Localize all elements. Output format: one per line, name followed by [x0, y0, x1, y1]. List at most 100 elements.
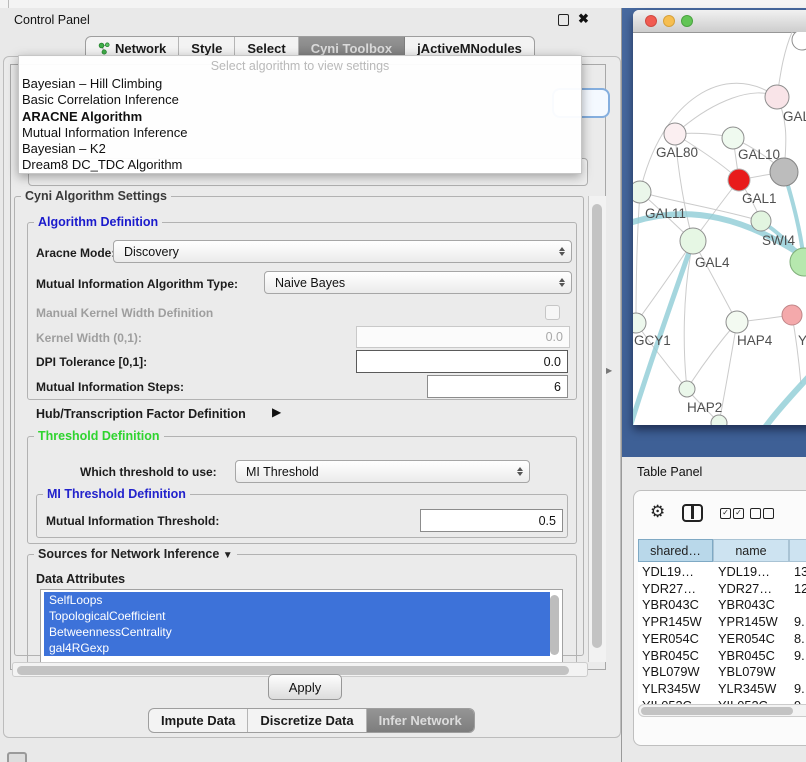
which-threshold-combo[interactable]: MI Threshold — [235, 460, 530, 483]
mi-algorithm-type-combo[interactable]: Naive Bayes — [264, 271, 572, 294]
collapse-arrow-icon: ▼ — [223, 550, 233, 561]
dropdown-item-aracne[interactable]: ARACNE Algorithm — [19, 109, 581, 125]
aracne-mode-label: Aracne Mode: — [36, 246, 115, 260]
node-gal-pink[interactable] — [765, 85, 789, 109]
attr-item-topologicalcoefficient[interactable]: TopologicalCoefficient — [44, 608, 550, 624]
mi-algorithm-type-value: Naive Bayes — [275, 276, 345, 290]
node-label-gcy1: GCY1 — [634, 333, 671, 348]
bottom-left-partial-icon[interactable] — [7, 752, 27, 762]
node-gal80[interactable] — [664, 123, 686, 145]
hub-section-label[interactable]: Hub/Transcription Factor Definition — [36, 407, 246, 421]
manual-kernel-checkbox[interactable] — [545, 305, 560, 320]
node-salmon[interactable] — [782, 305, 802, 325]
attr-item-betweennesscentrality[interactable]: BetweennessCentrality — [44, 624, 550, 640]
threshold-definition-title: Threshold Definition — [34, 429, 164, 443]
data-attributes-list: SelfLoops TopologicalCoefficient Between… — [40, 589, 563, 663]
control-panel-titlebar: Control Panel ✖ — [0, 8, 621, 34]
network-canvas[interactable]: GAL GAL80 GAL10 GAL1 GAL11 SWI4 GAL4 GCY… — [633, 32, 806, 425]
table-hscrollbar[interactable] — [638, 704, 806, 717]
tab-discretize-data[interactable]: Discretize Data — [248, 709, 366, 732]
column-header-shared[interactable]: shared… — [638, 539, 713, 562]
column-header-partial[interactable] — [789, 539, 806, 562]
node-gray[interactable] — [770, 158, 798, 186]
top-strip-tick — [8, 0, 9, 8]
table-hscrollbar-thumb[interactable] — [641, 707, 793, 715]
kernel-width-field[interactable] — [356, 326, 570, 348]
attr-list-scrollbar[interactable] — [550, 595, 559, 655]
table-row[interactable]: YDL19…YDL19…13 — [638, 564, 806, 581]
attr-item-selfloops[interactable]: SelfLoops — [44, 592, 550, 608]
table-panel: Table Panel ⚙ ✓ ✓ — [622, 457, 806, 762]
zoom-traffic-light[interactable] — [681, 15, 693, 27]
tab-impute-data[interactable]: Impute Data — [149, 709, 248, 732]
stepper-icon — [517, 467, 523, 476]
table-row[interactable]: YBR043CYBR043C — [638, 597, 806, 614]
dpi-tolerance-field[interactable] — [356, 350, 568, 373]
dropdown-item-dream8[interactable]: Dream8 DC_TDC Algorithm — [19, 157, 581, 173]
table-row[interactable]: YER054CYER054C8. — [638, 631, 806, 648]
mi-threshold-label: Mutual Information Threshold: — [46, 514, 219, 528]
table-grid: shared… name YDL19…YDL19…13 YDR27…YDR27…… — [638, 539, 806, 704]
node-swi4[interactable] — [751, 211, 771, 231]
stepper-icon — [559, 247, 565, 256]
node-partial-top[interactable] — [792, 32, 806, 50]
table-row[interactable]: YPR145WYPR145W9. — [638, 614, 806, 631]
table-toolbar: ⚙ ✓ ✓ — [634, 491, 806, 537]
node-gal1-selected[interactable] — [728, 169, 750, 191]
data-attributes-label: Data Attributes — [36, 572, 125, 586]
settings-vscrollbar[interactable] — [588, 196, 606, 662]
close-traffic-light[interactable] — [645, 15, 657, 27]
columns-icon[interactable] — [682, 504, 703, 522]
algorithm-definition-title: Algorithm Definition — [34, 215, 162, 229]
column-header-name[interactable]: name — [713, 539, 789, 562]
attr-item-gal4rgexp[interactable]: gal4RGexp — [44, 640, 550, 656]
network-window-titlebar[interactable] — [633, 10, 806, 33]
node-gcy1[interactable] — [633, 313, 646, 333]
gear-icon[interactable]: ⚙ — [650, 502, 665, 522]
close-icon[interactable]: ✖ — [578, 11, 589, 27]
aracne-mode-combo[interactable]: Discovery — [113, 240, 572, 263]
expand-arrow-icon[interactable]: ▶ — [272, 405, 281, 419]
settings-vscrollbar-thumb[interactable] — [592, 204, 602, 648]
table-row[interactable]: YBR045CYBR045C9. — [638, 648, 806, 665]
cyni-algorithm-settings-title: Cyni Algorithm Settings — [21, 189, 171, 203]
which-threshold-label: Which threshold to use: — [80, 465, 217, 479]
dropdown-item-mutual-information[interactable]: Mutual Information Inference — [19, 125, 581, 141]
dropdown-item-bayesian-hill[interactable]: Bayesian – Hill Climbing — [19, 76, 581, 92]
node-label-gal: GAL — [783, 109, 806, 124]
node-label-gal10: GAL10 — [738, 147, 780, 162]
screenshot-root: Control Panel ✖ Network Style Select Cyn… — [0, 0, 806, 762]
node-gal4[interactable] — [680, 228, 706, 254]
checked-box-icon: ✓ — [733, 508, 744, 519]
dropdown-item-basic-correlation[interactable]: Basic Correlation Inference — [19, 92, 581, 108]
control-panel-title: Control Panel — [14, 13, 90, 27]
apply-button[interactable]: Apply — [268, 674, 342, 700]
mi-threshold-title: MI Threshold Definition — [43, 487, 190, 501]
node-gal10[interactable] — [722, 127, 744, 149]
mi-steps-field[interactable] — [427, 375, 568, 398]
dropdown-placeholder: Select algorithm to view settings — [19, 56, 581, 76]
table-row[interactable]: YDR27…YDR27…12 — [638, 581, 806, 598]
sources-title[interactable]: Sources for Network Inference ▼ — [34, 547, 237, 561]
dropdown-item-bayesian-k2[interactable]: Bayesian – K2 — [19, 141, 581, 157]
table-container: ⚙ ✓ ✓ shared… name — [633, 490, 806, 746]
splitter-arrow-icon[interactable]: ▶ — [606, 366, 612, 375]
unchecked-box-icon — [750, 508, 761, 519]
manual-kernel-label: Manual Kernel Width Definition — [36, 306, 213, 320]
dpi-tolerance-label: DPI Tolerance [0,1]: — [36, 355, 147, 369]
tab-infer-network[interactable]: Infer Network — [367, 709, 474, 732]
table-panel-title: Table Panel — [637, 465, 702, 479]
table-row[interactable]: YLR345WYLR345W9. — [638, 681, 806, 698]
mi-threshold-field[interactable] — [420, 509, 563, 532]
minimize-traffic-light[interactable] — [663, 15, 675, 27]
clear-checks-icon[interactable] — [750, 508, 774, 519]
node-hap2[interactable] — [679, 381, 695, 397]
node-label-gal4: GAL4 — [695, 255, 730, 270]
which-threshold-value: MI Threshold — [246, 465, 319, 479]
table-row[interactable]: YBL079WYBL079W — [638, 664, 806, 681]
table-header-row: shared… name — [638, 539, 806, 562]
float-icon[interactable] — [558, 14, 569, 26]
node-hap4[interactable] — [726, 311, 748, 333]
select-all-checks-icon[interactable]: ✓ ✓ — [720, 508, 744, 519]
node-gal11[interactable] — [633, 181, 651, 203]
